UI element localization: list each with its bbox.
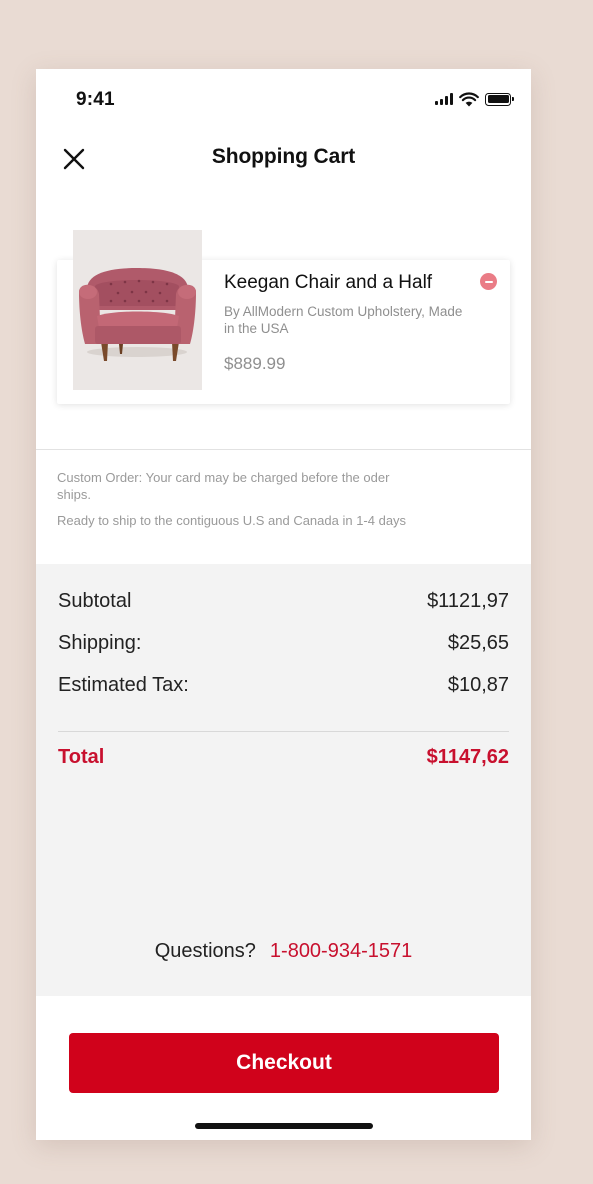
status-icons bbox=[435, 91, 514, 107]
summary-divider bbox=[58, 731, 509, 732]
custom-order-note: Custom Order: Your card may be charged b… bbox=[57, 470, 390, 502]
divider bbox=[36, 449, 531, 450]
checkout-button[interactable]: Checkout bbox=[69, 1033, 499, 1093]
wifi-icon bbox=[459, 91, 479, 106]
minus-icon bbox=[484, 280, 493, 283]
tax-value: $10,87 bbox=[447, 673, 509, 696]
order-summary: Subtotal $1121,97 Shipping: $25,65 Estim… bbox=[36, 564, 531, 996]
tax-label: Estimated Tax: bbox=[58, 673, 189, 696]
product-image[interactable] bbox=[73, 230, 202, 390]
battery-icon bbox=[485, 92, 514, 106]
item-description: By AllModern Custom Upholstery, Made in … bbox=[224, 304, 463, 336]
questions-label: Questions? bbox=[154, 940, 256, 962]
home-indicator bbox=[195, 1123, 373, 1129]
item-name[interactable]: Keegan Chair and a Half bbox=[224, 272, 474, 294]
subtotal-label: Subtotal bbox=[58, 589, 132, 612]
phone-link[interactable]: 1-800-934-1571 bbox=[270, 940, 412, 962]
page-title: Shopping Cart bbox=[211, 145, 356, 168]
item-price: $889.99 bbox=[224, 354, 286, 373]
subtotal-value: $1121,97 bbox=[427, 589, 509, 612]
total-value: $1147,62 bbox=[426, 745, 509, 768]
questions-line: Questions? 1-800-934-1571 bbox=[36, 940, 531, 963]
remove-item-button[interactable] bbox=[480, 273, 497, 290]
total-row: Total $1147,62 bbox=[58, 744, 509, 770]
total-label: Total bbox=[58, 745, 105, 768]
signal-icon bbox=[435, 93, 453, 105]
status-time: 9:41 bbox=[76, 89, 115, 110]
shipping-value: $25,65 bbox=[447, 631, 509, 654]
shipping-note: Ready to ship to the contiguous U.S and … bbox=[57, 513, 407, 528]
status-bar: 9:41 bbox=[36, 69, 531, 129]
subtotal-row: Subtotal $1121,97 bbox=[58, 588, 509, 614]
phone-screen: 9:41 Shopping Cart Keegan Chair and a Ha… bbox=[36, 69, 531, 1140]
tax-row: Estimated Tax: $10,87 bbox=[58, 672, 509, 698]
shipping-row: Shipping: $25,65 bbox=[58, 630, 509, 656]
armchair-image bbox=[73, 230, 202, 390]
nav-bar: Shopping Cart bbox=[36, 129, 531, 185]
shipping-label: Shipping: bbox=[58, 631, 142, 654]
